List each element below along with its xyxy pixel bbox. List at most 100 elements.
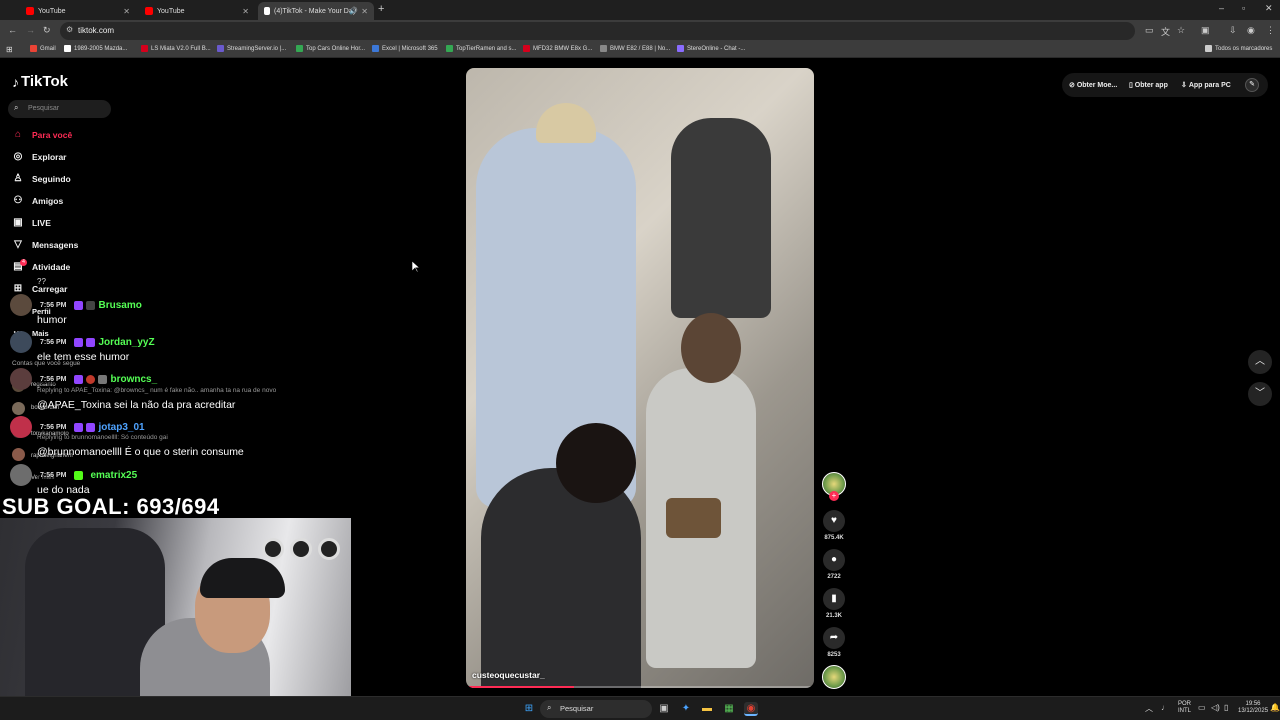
- copilot-icon[interactable]: ✦: [679, 702, 693, 716]
- all-bookmarks-folder[interactable]: Todos os marcadores: [1205, 45, 1272, 52]
- bookmark-item[interactable]: TopTierRamen and s...: [446, 45, 516, 52]
- volume-icon[interactable]: ◁): [1211, 703, 1220, 712]
- translate-icon[interactable]: 文: [1161, 25, 1170, 38]
- sub-badge-icon: [74, 337, 84, 347]
- extensions-icon[interactable]: ▣: [1201, 25, 1210, 36]
- nav-item-following[interactable]: ♙ Seguindo: [12, 172, 71, 186]
- tab-title: YouTube: [38, 7, 66, 15]
- taskbar-search[interactable]: ⌕ Pesquisar: [540, 700, 652, 718]
- video-progress-bar[interactable]: [466, 686, 814, 688]
- page-icon: [64, 45, 71, 52]
- task-view-icon[interactable]: ▣: [657, 702, 671, 716]
- bookmark-item[interactable]: Gmail: [30, 45, 56, 52]
- windows-start-icon[interactable]: ⊞: [522, 702, 536, 716]
- network-icon[interactable]: ▭: [1198, 703, 1206, 712]
- language-indicator[interactable]: POR INTL: [1178, 701, 1191, 715]
- chat-reply-context: Replying to brunnomanoellll: Só conteúdo…: [37, 434, 168, 441]
- browser-tab-3[interactable]: (4)TikTok - Make Your Day 🔊 ✕: [258, 2, 374, 20]
- bookmark-item[interactable]: MFD32 BMW E8x G...: [523, 45, 592, 52]
- get-app-button[interactable]: ▯ Obter app: [1129, 77, 1168, 93]
- search-input[interactable]: ⌕ Pesquisar: [8, 100, 111, 118]
- browser-menu-icon[interactable]: ⋮: [1266, 25, 1275, 36]
- logo-text: TikTok: [21, 73, 68, 90]
- following-avatar[interactable]: [12, 402, 25, 415]
- maximize-icon[interactable]: ▫: [1242, 3, 1245, 13]
- browser-tab-2[interactable]: YouTube ✕: [139, 2, 255, 20]
- bookmark-star-icon[interactable]: ☆: [1177, 25, 1185, 36]
- avatar: [10, 331, 32, 353]
- back-icon[interactable]: ←: [8, 25, 17, 35]
- site-info-icon[interactable]: ⚙: [66, 25, 73, 34]
- sub-badge-icon: [74, 300, 84, 310]
- next-video-button[interactable]: ﹀: [1248, 382, 1272, 406]
- save-button[interactable]: ▮ 21.3K: [822, 588, 846, 619]
- chat-username: ematrix25: [90, 469, 138, 481]
- browser-tab-1[interactable]: YouTube ✕: [20, 2, 136, 20]
- close-tab-icon[interactable]: ✕: [242, 7, 249, 16]
- get-coins-button[interactable]: ⊘ Obter Moe...: [1069, 77, 1117, 93]
- avatar: [10, 464, 32, 486]
- bookmark-label: Excel | Microsoft 365: [382, 45, 438, 52]
- nav-item-for-you[interactable]: ⌂ Para você: [12, 128, 72, 142]
- follow-plus-icon[interactable]: +: [829, 491, 839, 501]
- activity-badge: 4: [20, 259, 27, 266]
- following-avatar[interactable]: [12, 448, 25, 461]
- nav-item-live[interactable]: ▣ LIVE: [12, 216, 51, 230]
- emote-icon: [86, 374, 96, 384]
- share-button[interactable]: ➦ 8253: [822, 627, 846, 658]
- window-close-icon[interactable]: ✕: [1265, 3, 1273, 14]
- previous-video-button[interactable]: ︿: [1248, 350, 1272, 374]
- like-button[interactable]: ♥ 875.4K: [822, 510, 846, 541]
- audio-icon[interactable]: 🔊: [349, 7, 358, 15]
- file-explorer-icon[interactable]: ▬: [700, 702, 714, 716]
- store-icon[interactable]: ▦: [722, 702, 736, 716]
- comment-button[interactable]: ● 2722: [822, 549, 846, 580]
- bookmark-label: 1989-2005 Mazda...: [74, 45, 128, 52]
- profile-avatar-icon[interactable]: ◉: [1247, 25, 1255, 36]
- bookmark-item[interactable]: 1989-2005 Mazda...: [64, 45, 127, 52]
- notifications-icon[interactable]: 🔔: [1270, 703, 1280, 712]
- bookmark-item[interactable]: Excel | Microsoft 365: [372, 45, 438, 52]
- share-icon: ➦: [823, 627, 845, 649]
- chrome-icon[interactable]: ◉: [744, 702, 758, 716]
- battery-icon[interactable]: ▯: [1224, 703, 1228, 712]
- pc-app-button[interactable]: ⇩ App para PC: [1181, 77, 1231, 93]
- downloads-icon[interactable]: ⇩: [1229, 25, 1237, 36]
- apps-grid-icon[interactable]: ⊞: [6, 45, 13, 54]
- video-hair: [681, 313, 741, 383]
- cast-icon[interactable]: ▭: [1145, 25, 1154, 36]
- video-player[interactable]: custeoquecustar_: [466, 68, 814, 688]
- user-avatar[interactable]: ✎: [1245, 78, 1259, 92]
- close-tab-icon[interactable]: ✕: [123, 7, 130, 16]
- chat-username: Brusamo: [98, 299, 142, 311]
- nav-item-friends[interactable]: ⚇ Amigos: [12, 194, 64, 208]
- bookmark-item[interactable]: LS Miata V2.0 Full B...: [141, 45, 211, 52]
- nav-item-messages[interactable]: ▽ Mensagens: [12, 238, 78, 252]
- search-icon: ⌕: [14, 103, 19, 112]
- streamer-cap: [200, 558, 285, 598]
- close-tab-icon[interactable]: ✕: [361, 7, 368, 16]
- bookmark-item[interactable]: StreamingServer.io |...: [217, 45, 286, 52]
- microphone-icon[interactable]: ♩: [1161, 703, 1169, 712]
- url-field[interactable]: ⚙ tiktok.com: [60, 22, 1135, 40]
- minimize-icon[interactable]: –: [1219, 3, 1224, 13]
- clock[interactable]: 19:56 13/12/2025: [1238, 701, 1268, 715]
- tray-overflow-icon[interactable]: ︿: [1145, 703, 1153, 714]
- nav-label: LIVE: [32, 218, 51, 228]
- video-author[interactable]: custeoquecustar_: [472, 670, 545, 680]
- nav-item-explore[interactable]: ◎ Explorar: [12, 150, 67, 164]
- youtube-icon: [145, 7, 153, 15]
- bookmark-label: Top Cars Online Hor...: [306, 45, 366, 52]
- bookmark-item[interactable]: Top Cars Online Hor...: [296, 45, 365, 52]
- save-count: 21.3K: [825, 613, 842, 619]
- tab-title: YouTube: [157, 7, 185, 15]
- forward-icon[interactable]: →: [26, 25, 35, 35]
- compass-icon: ◎: [13, 151, 23, 162]
- new-tab-icon[interactable]: +: [378, 3, 384, 15]
- bookmark-item[interactable]: StereOnline - Chat -...: [677, 45, 745, 52]
- sound-disc-icon[interactable]: [822, 665, 846, 689]
- tiktok-logo[interactable]: ♪ TikTok: [12, 73, 68, 90]
- reload-icon[interactable]: ↻: [43, 25, 51, 36]
- webcam-feed: [0, 518, 351, 720]
- bookmark-item[interactable]: BMW E82 / E88 | No...: [600, 45, 670, 52]
